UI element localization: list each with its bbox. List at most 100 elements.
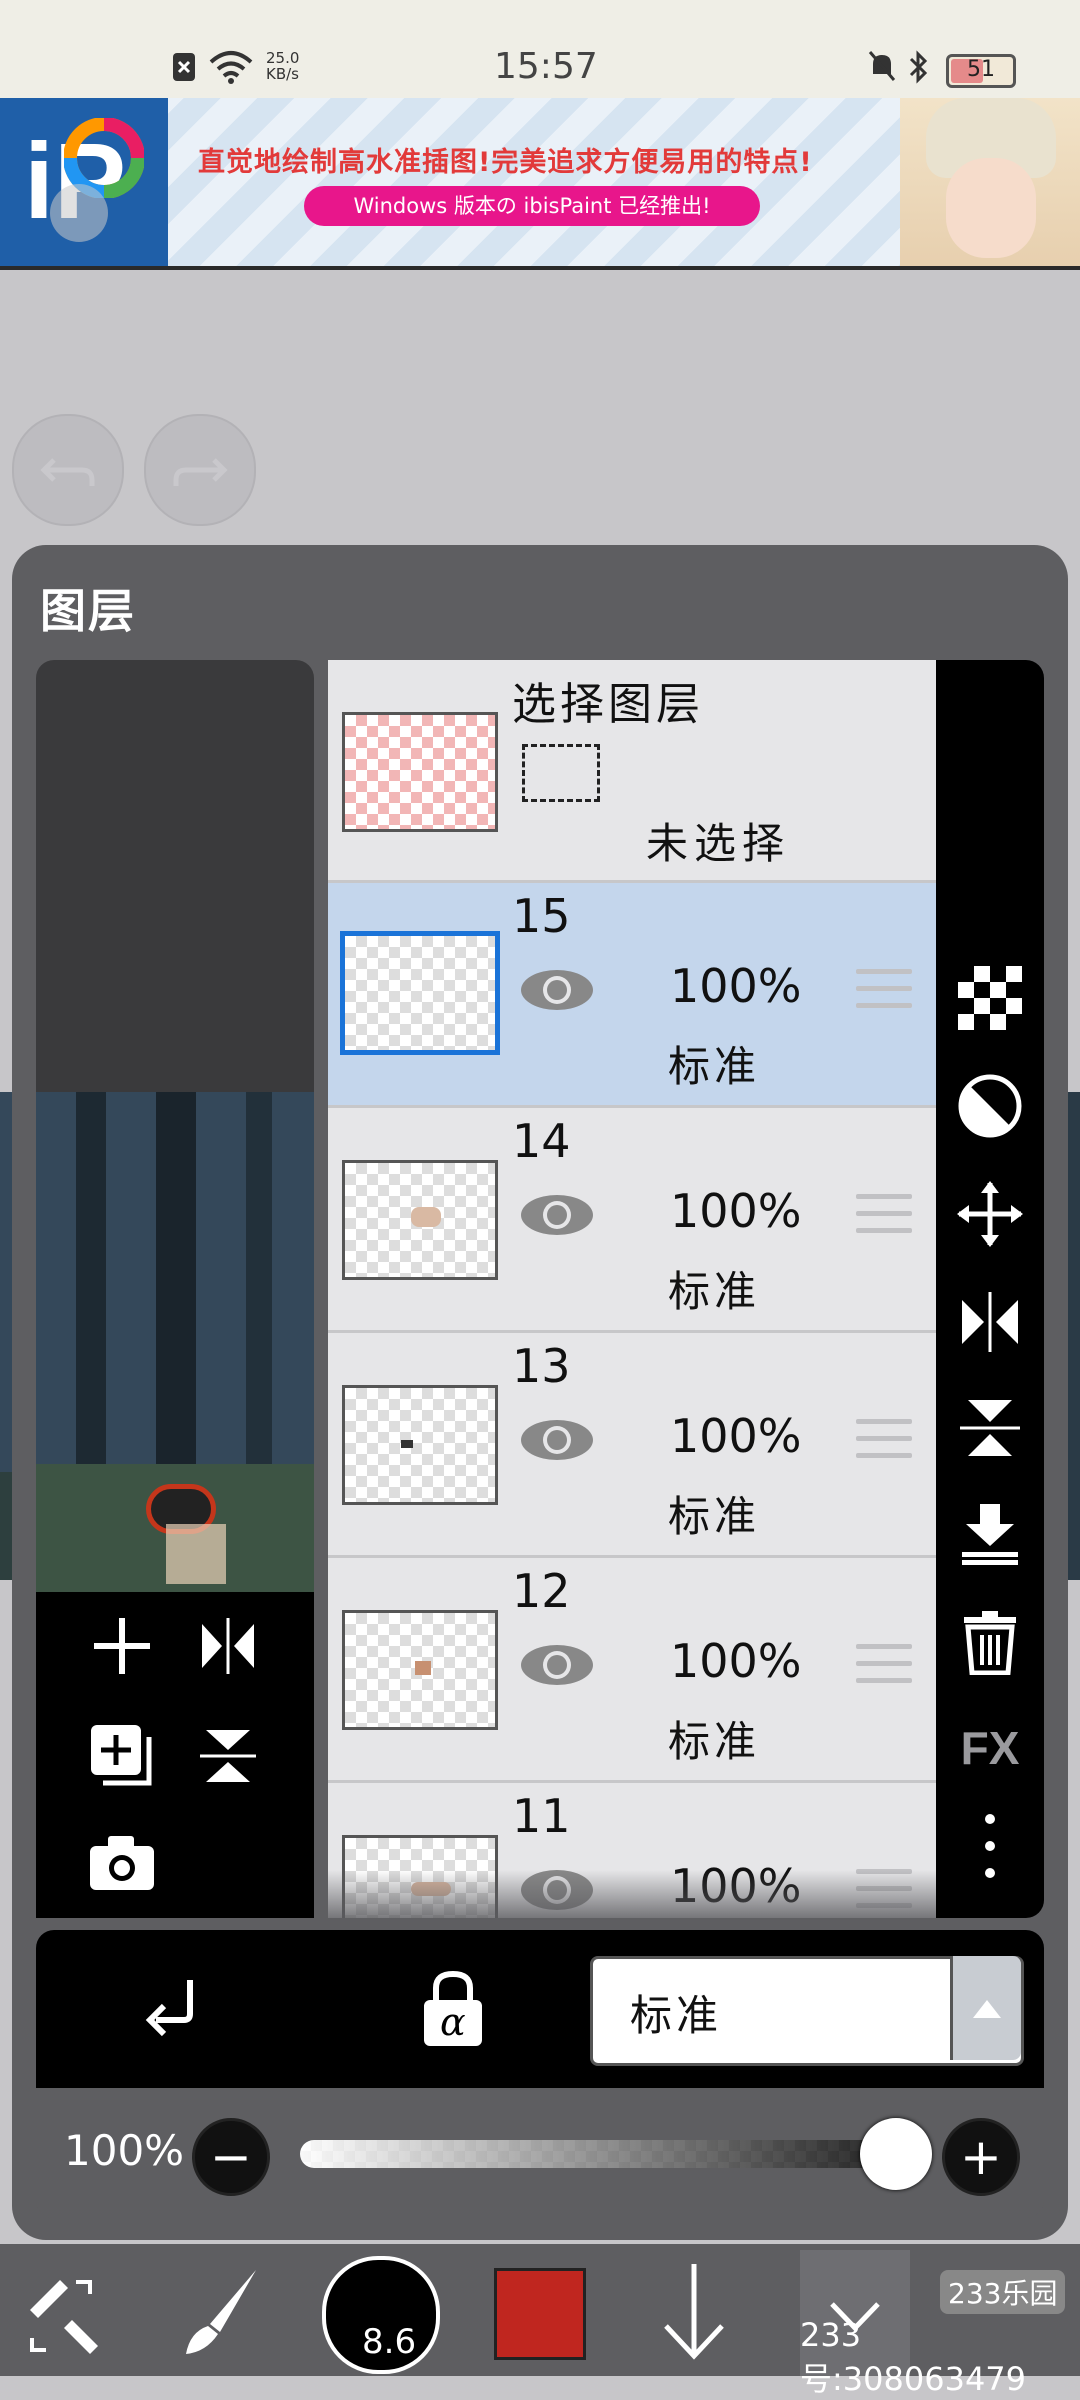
brush-icon — [186, 2270, 256, 2354]
add-layer-button[interactable] — [84, 1608, 160, 1684]
panel-title: 图层 — [40, 584, 136, 638]
layer-opacity: 100% — [670, 1409, 802, 1463]
layer-number: 14 — [512, 1114, 571, 1168]
selection-mask-thumb — [342, 712, 498, 832]
layer-row[interactable]: 14 100% 标准 — [328, 1108, 936, 1333]
layer-blend-mode: 标准 — [668, 1267, 761, 1316]
network-speed-value: 25.0 — [266, 49, 300, 67]
select-layer-row[interactable]: 选择图层 未选择 — [328, 660, 936, 883]
ibispaint-logo: iP — [0, 98, 168, 268]
layer-row[interactable]: 13 100% 标准 — [328, 1333, 936, 1558]
invert-button[interactable] — [954, 1070, 1026, 1142]
layer-number: 13 — [512, 1339, 571, 1393]
list-fade — [328, 1870, 936, 1918]
layer-number: 12 — [512, 1564, 571, 1618]
layer-row[interactable]: 12 100% 标准 — [328, 1558, 936, 1783]
layer-opacity: 100% — [670, 1634, 802, 1688]
flip-v-icon — [200, 1730, 256, 1782]
move-icon — [957, 1181, 1023, 1247]
drag-handle-icon[interactable] — [856, 969, 912, 1019]
layer-list[interactable]: 选择图层 未选择 15 100% 标准 14 100% 标准 13 100% 标… — [328, 660, 936, 1918]
bluetooth-icon — [909, 50, 928, 84]
visibility-eye-icon[interactable] — [518, 1640, 596, 1690]
drag-handle-icon[interactable] — [856, 1644, 912, 1694]
ad-banner[interactable]: iP 直觉地绘制高水准插图!完美追求方便易用的特点! Windows 版本の i… — [0, 98, 1080, 268]
layer-blend-mode: 标准 — [668, 1717, 761, 1766]
battery-icon: 51 — [946, 54, 1016, 88]
brush-button[interactable] — [176, 2262, 266, 2362]
ad-character-image — [900, 98, 1080, 268]
duplicate-layer-icon — [91, 1725, 152, 1786]
watermark-text: 233号:308063479 — [800, 2316, 1027, 2398]
flip-h-icon — [202, 1618, 254, 1674]
flip-vertical-icon — [960, 1400, 1020, 1456]
layer-row[interactable]: 15 100% 标准 — [328, 883, 936, 1108]
undo-button[interactable] — [12, 414, 124, 526]
visibility-eye-icon[interactable] — [518, 1190, 596, 1240]
clock: 15:57 — [494, 46, 598, 87]
add-layer-icon — [94, 1618, 150, 1674]
opacity-decrease-button[interactable]: − — [192, 2118, 270, 2196]
layer-thumbnail — [340, 931, 500, 1055]
layer-blend-mode: 标准 — [668, 1042, 761, 1091]
mute-icon — [868, 51, 896, 81]
blend-mode-value: 标准 — [630, 1991, 723, 2040]
more-icon — [985, 1814, 995, 1878]
move-button[interactable] — [954, 1178, 1026, 1250]
selection-rect-icon — [522, 744, 600, 802]
invert-icon — [958, 1074, 1022, 1138]
left-layer-tools — [36, 1592, 314, 1918]
preview-forest — [36, 1092, 314, 1464]
layer-opacity: 100% — [670, 1184, 802, 1238]
merge-down-button[interactable] — [954, 1498, 1026, 1570]
ad-headline: 直觉地绘制高水准插图!完美追求方便易用的特点! — [198, 147, 813, 178]
checker-icon — [958, 966, 1022, 1030]
preview-artwork-thumb — [36, 1464, 314, 1592]
duplicate-layer-button[interactable] — [84, 1718, 160, 1794]
opacity-slider[interactable] — [300, 2140, 932, 2168]
fx-button[interactable]: FX — [954, 1712, 1026, 1784]
merge-down-icon — [962, 1504, 1018, 1565]
drag-handle-icon[interactable] — [856, 1419, 912, 1469]
wifi-icon — [209, 51, 253, 84]
flip-horizontal-button[interactable] — [190, 1608, 266, 1684]
sim-icon — [173, 53, 195, 81]
network-speed-unit: KB/s — [266, 65, 299, 83]
delete-layer-button[interactable] — [954, 1606, 1026, 1678]
status-bar: 25.0 KB/s 15:57 51 — [0, 0, 1080, 98]
redo-icon — [173, 458, 228, 486]
watermark-logo: 233乐园 — [940, 2270, 1066, 2314]
layer-down-button[interactable] — [654, 2260, 734, 2364]
opacity-increase-button[interactable]: + — [942, 2118, 1020, 2196]
layer-thumbnail — [342, 1160, 498, 1280]
visibility-eye-icon[interactable] — [518, 965, 596, 1015]
opacity-slider-knob[interactable] — [860, 2118, 932, 2190]
clip-button[interactable] — [136, 1970, 216, 2050]
transparency-button[interactable] — [954, 962, 1026, 1034]
blend-mode-dropdown-button[interactable] — [950, 1956, 1021, 2060]
tool-selector-button[interactable] — [20, 2264, 116, 2360]
color-swatch-button[interactable] — [494, 2268, 586, 2360]
alpha-lock-button[interactable]: α — [418, 1968, 488, 2052]
layer-blend-mode: 标准 — [668, 1492, 761, 1541]
redo-button[interactable] — [144, 414, 256, 526]
visibility-eye-icon[interactable] — [518, 1415, 596, 1465]
flip-horizontal-tool-button[interactable] — [954, 1286, 1026, 1358]
flip-horizontal-icon — [962, 1292, 1018, 1352]
tool-swap-icon — [30, 2280, 98, 2354]
brush-size-button[interactable]: 8.6 — [322, 2256, 440, 2374]
ad-subline: Windows 版本の ibisPaint 已经推出! — [304, 186, 760, 226]
layer-opacity: 100% — [670, 959, 802, 1013]
drag-handle-icon[interactable] — [856, 1194, 912, 1244]
layer-number: 11 — [512, 1789, 571, 1843]
more-button[interactable] — [954, 1810, 1026, 1882]
layer-thumbnail — [342, 1610, 498, 1730]
clipping-icon — [145, 1980, 193, 2037]
camera-button[interactable] — [84, 1824, 160, 1900]
alpha-symbol: α — [440, 2000, 466, 2044]
flip-vertical-button[interactable] — [190, 1718, 266, 1794]
flip-vertical-tool-button[interactable] — [954, 1392, 1026, 1464]
opacity-label: 100% — [64, 2126, 185, 2175]
select-layer-title: 选择图层 — [512, 679, 704, 730]
select-layer-status: 未选择 — [646, 819, 791, 868]
